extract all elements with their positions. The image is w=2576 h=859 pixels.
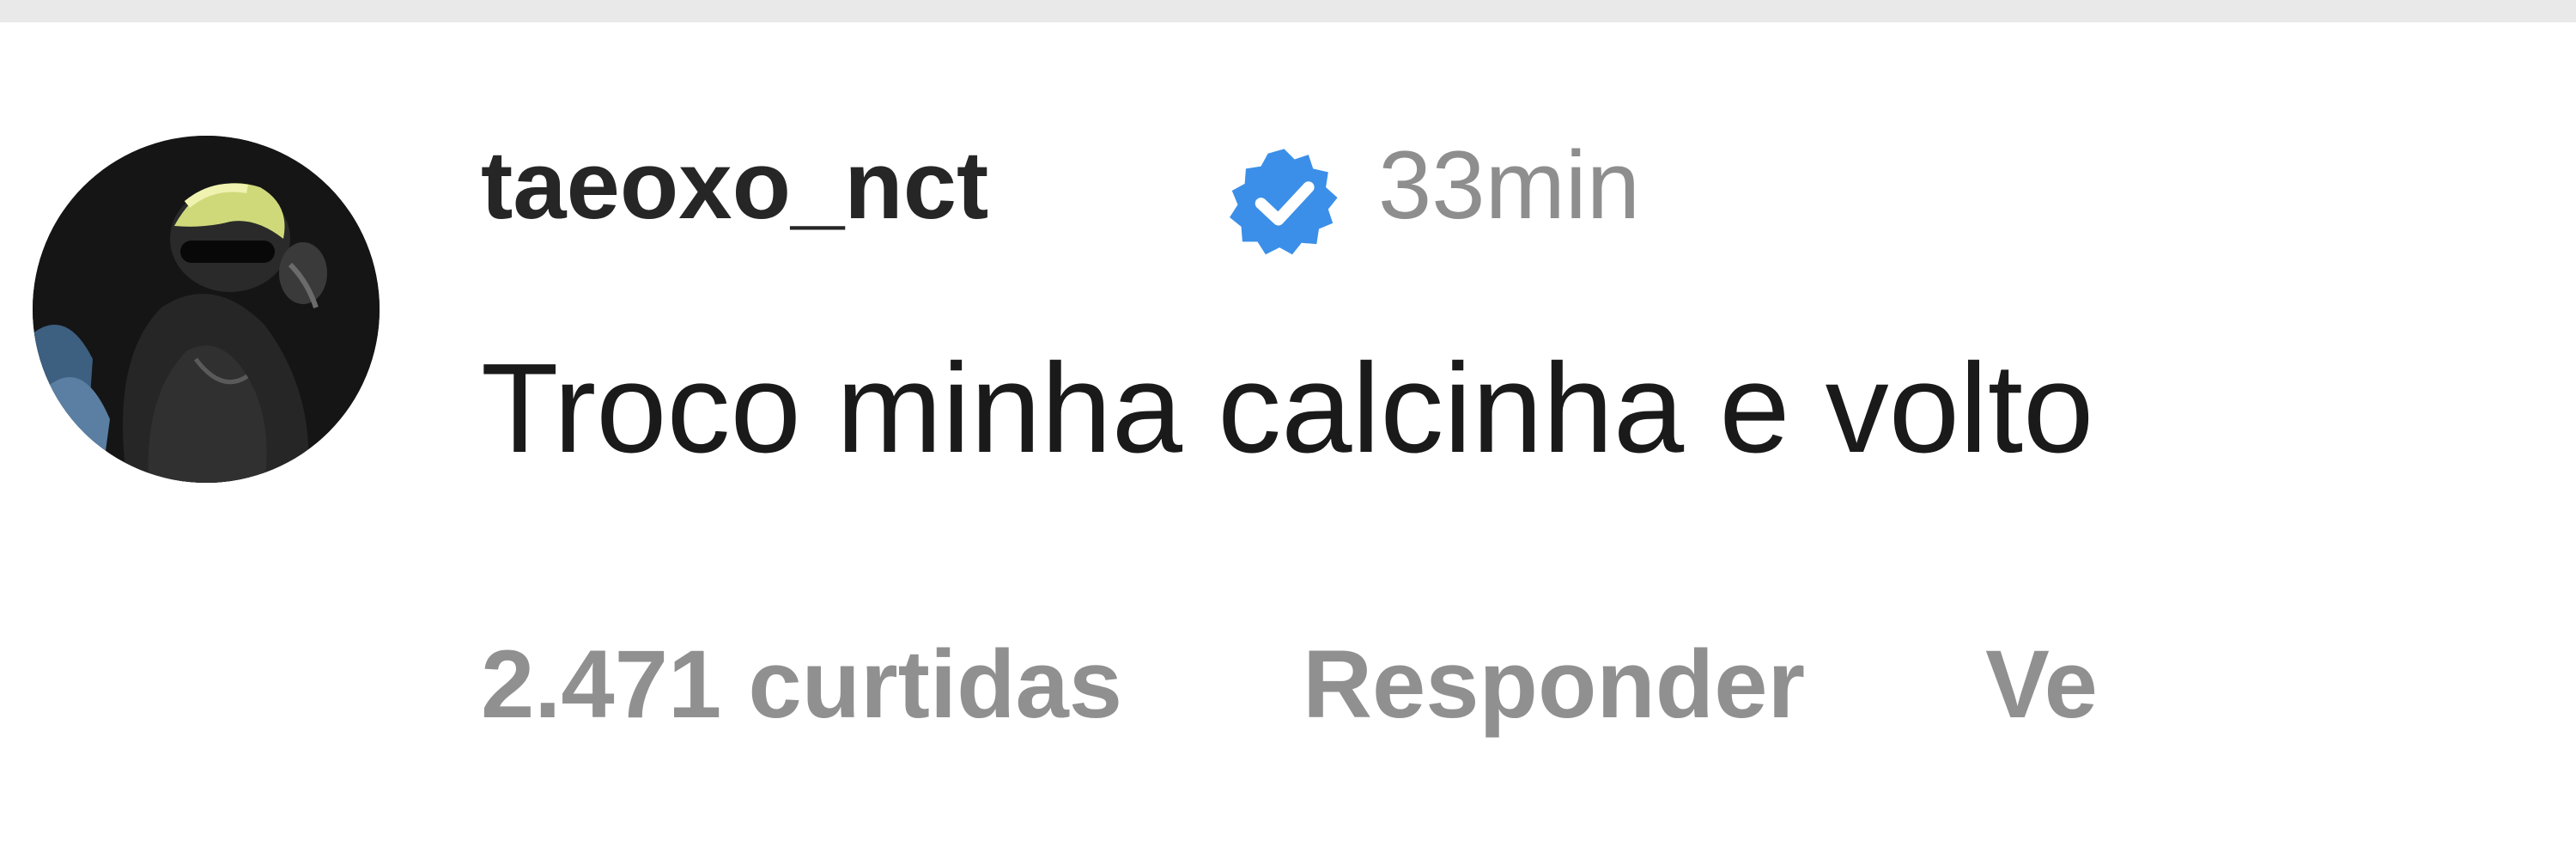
username[interactable]: taeoxo_nct [481, 137, 988, 234]
comment-text: Troco minha calcinha e volto [481, 338, 2094, 479]
verified-badge-icon [1230, 149, 1338, 255]
comment-timestamp: 33min [1378, 131, 1641, 239]
likes-count-link[interactable]: 2.471 curtidas [481, 627, 1122, 742]
view-more-link[interactable]: Ve [1985, 627, 2098, 742]
avatar[interactable] [33, 136, 380, 483]
comment-actions: 2.471 curtidas Responder Ve [481, 627, 2576, 756]
reply-button[interactable]: Responder [1303, 627, 1805, 742]
top-divider [0, 0, 2576, 22]
avatar-image [33, 136, 380, 483]
